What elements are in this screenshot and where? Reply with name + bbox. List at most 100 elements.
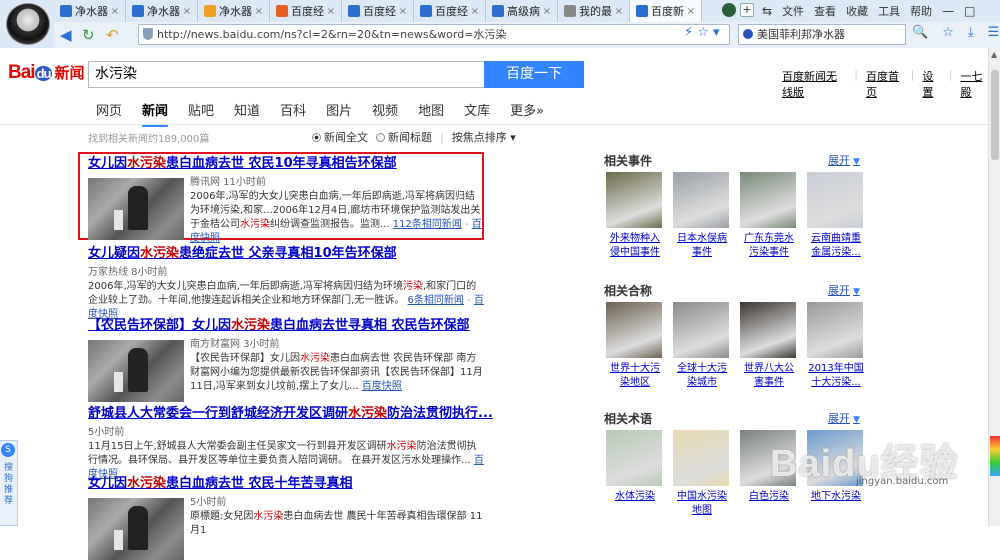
user-avatar[interactable]	[6, 3, 50, 45]
result-thumbnail[interactable]	[88, 178, 184, 240]
close-icon[interactable]: ×	[111, 6, 119, 17]
sidebar-card-label[interactable]: 水体污染	[606, 490, 664, 504]
sort-dropdown[interactable]: 按焦点排序 ▾	[452, 129, 516, 145]
clock-icon[interactable]	[722, 3, 736, 17]
sidebar-card-label[interactable]: 云南曲靖重金属污染...	[807, 232, 865, 260]
close-icon[interactable]: ×	[543, 6, 551, 17]
sidebar-card[interactable]: 世界八大公害事件	[740, 302, 798, 390]
fulltext-radio[interactable]: 新闻全文	[312, 129, 368, 145]
browser-tab[interactable]: 净水器 ×	[198, 0, 270, 22]
sidebar-card-image[interactable]	[606, 302, 662, 358]
browser-search-input[interactable]: 美国菲利邦净水器	[738, 24, 906, 45]
close-icon[interactable]: ×	[399, 6, 407, 17]
tab-9[interactable]: 更多»	[510, 100, 544, 127]
close-icon[interactable]: ×	[615, 6, 623, 17]
cache-link[interactable]: 百度快照	[362, 381, 402, 392]
back-arrow-icon[interactable]: ◀	[60, 25, 72, 45]
close-icon[interactable]: ×	[471, 6, 479, 17]
settings-icon[interactable]: ☰	[988, 25, 1000, 40]
same-news-link[interactable]: 112条相同新闻	[393, 219, 462, 230]
sidebar-card-image[interactable]	[740, 302, 796, 358]
menu-arrows-icon[interactable]: ⇆	[762, 4, 772, 18]
browser-tab[interactable]: 百度经 ×	[270, 0, 342, 22]
result-title-link[interactable]: 女儿因水污染患白血病去世 农民10年寻真相告环保部	[88, 156, 484, 172]
sidebar-card-label[interactable]: 全球十大污染城市	[673, 362, 731, 390]
sidebar-card-image[interactable]	[740, 172, 796, 228]
baidu-news-logo[interactable]: Bai du 新闻	[8, 62, 84, 84]
result-thumbnail[interactable]	[88, 340, 184, 402]
mobile-news-link[interactable]: 百度新闻无线版	[782, 68, 846, 100]
menu-view[interactable]: 查看	[814, 3, 836, 19]
tab-4[interactable]: 百科	[280, 100, 306, 127]
sogou-side-widget[interactable]: S 搜狗推荐	[0, 440, 18, 526]
sidebar-card[interactable]: 世界十大污染地区	[606, 302, 664, 390]
sidebar-card-label[interactable]: 白色污染	[740, 490, 798, 504]
tab-0[interactable]: 网页	[96, 100, 122, 127]
download-icon[interactable]: ⤓	[968, 25, 974, 40]
sidebar-card-image[interactable]	[606, 430, 662, 486]
sidebar-card-image[interactable]	[606, 172, 662, 228]
sidebar-card-image[interactable]	[807, 302, 863, 358]
minimize-icon[interactable]: —	[942, 4, 954, 18]
sidebar-card-label[interactable]: 中国水污染地图	[673, 490, 731, 518]
sidebar-card[interactable]: 全球十大污染城市	[673, 302, 731, 390]
sidebar-card-image[interactable]	[673, 172, 729, 228]
tab-7[interactable]: 地图	[418, 100, 444, 127]
sidebar-card-image[interactable]	[673, 430, 729, 486]
expand-link[interactable]: 展开 ▼	[828, 282, 860, 298]
expand-link[interactable]: 展开 ▼	[828, 152, 860, 168]
tab-2[interactable]: 贴吧	[188, 100, 214, 127]
close-icon[interactable]: ×	[255, 6, 263, 17]
news-search-input[interactable]: 水污染	[88, 61, 484, 88]
same-news-link[interactable]: 6条相同新闻	[408, 295, 464, 306]
result-thumbnail[interactable]	[88, 498, 184, 560]
browser-tab[interactable]: 高级病 ×	[486, 0, 558, 22]
sidebar-card-label[interactable]: 2013年中国十大污染...	[807, 362, 865, 390]
bookmark-icon[interactable]: ☆	[942, 25, 954, 40]
sidebar-card[interactable]: 云南曲靖重金属污染...	[807, 172, 865, 260]
address-bar[interactable]: http://news.baidu.com/ns?cl=2&rn=20&tn=n…	[138, 24, 730, 45]
baidu-home-link[interactable]: 百度首页	[866, 68, 903, 100]
undo-icon[interactable]: ↶	[106, 25, 119, 45]
sidebar-card-label[interactable]: 外来物种入侵中国事件	[606, 232, 664, 260]
search-button[interactable]: 百度一下	[484, 61, 584, 88]
browser-tab[interactable]: 百度新 ×	[630, 0, 702, 22]
sidebar-card[interactable]: 2013年中国十大污染...	[807, 302, 865, 390]
menu-file[interactable]: 文件	[782, 3, 804, 19]
result-title-link[interactable]: 【农民告环保部】女儿因水污染患白血病去世寻真相 农民告环保部	[88, 318, 484, 334]
menu-help[interactable]: 帮助	[910, 3, 932, 19]
browser-tab[interactable]: 我的最 ×	[558, 0, 630, 22]
sidebar-card[interactable]: 水体污染	[606, 430, 664, 504]
user-link[interactable]: 一七殿	[960, 68, 988, 100]
browser-tab[interactable]: 百度经 ×	[414, 0, 486, 22]
sidebar-card-label[interactable]: 世界十大污染地区	[606, 362, 664, 390]
menu-favorites[interactable]: 收藏	[846, 3, 868, 19]
sidebar-card-image[interactable]	[807, 172, 863, 228]
search-icon[interactable]: 🔍	[912, 25, 928, 40]
tab-6[interactable]: 视频	[372, 100, 398, 127]
maximize-icon[interactable]: □	[964, 4, 975, 18]
sidebar-card-label[interactable]: 世界八大公害事件	[740, 362, 798, 390]
result-title-link[interactable]: 女儿疑因水污染患绝症去世 父亲寻真相10年告环保部	[88, 246, 484, 262]
bookmark-star-icon[interactable]: ⚡ ☆ ▾	[684, 25, 720, 40]
refresh-icon[interactable]: ↻	[82, 25, 95, 45]
result-title-link[interactable]: 舒城县人大常委会一行到舒城经济开发区调研水污染防治法贯彻执行...	[88, 406, 493, 422]
sidebar-card-label[interactable]: 广东东莞水污染事件	[740, 232, 798, 260]
expand-link[interactable]: 展开 ▼	[828, 410, 860, 426]
result-title-link[interactable]: 女儿因水污染患白血病去世 农民十年苦寻真相	[88, 476, 484, 492]
tab-5[interactable]: 图片	[326, 100, 352, 127]
title-radio[interactable]: 新闻标题	[376, 129, 432, 145]
close-icon[interactable]: ×	[183, 6, 191, 17]
sidebar-card-label[interactable]: 日本水俣病事件	[673, 232, 731, 260]
sidebar-card[interactable]: 外来物种入侵中国事件	[606, 172, 664, 260]
sidebar-card[interactable]: 日本水俣病事件	[673, 172, 731, 260]
new-tab-button[interactable]: +	[740, 3, 754, 17]
sidebar-card-image[interactable]	[673, 302, 729, 358]
tab-1[interactable]: 新闻	[142, 100, 169, 127]
menu-tools[interactable]: 工具	[878, 3, 900, 19]
scroll-thumb[interactable]	[991, 70, 999, 160]
close-icon[interactable]: ×	[327, 6, 335, 17]
tab-3[interactable]: 知道	[234, 100, 260, 127]
browser-tab[interactable]: 净水器 ×	[54, 0, 126, 22]
browser-tab[interactable]: 净水器 ×	[126, 0, 198, 22]
